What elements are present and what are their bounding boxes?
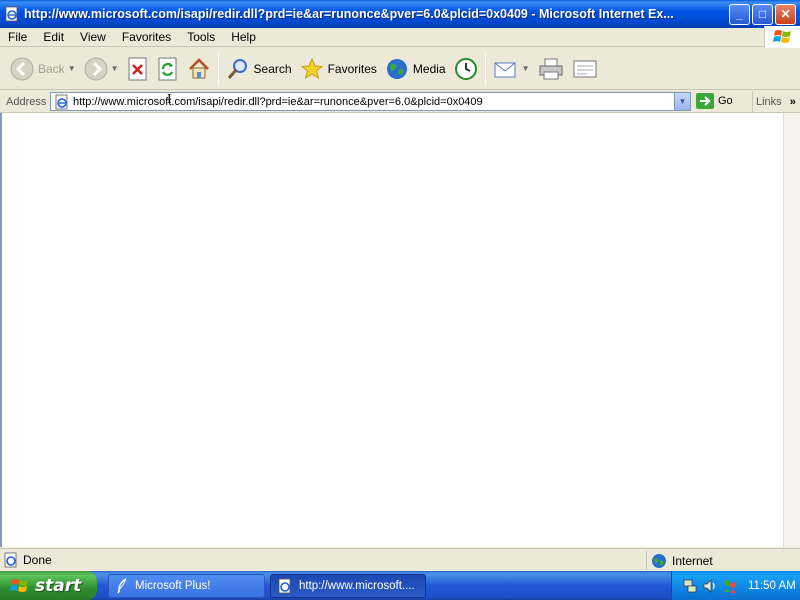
edit-page-icon <box>573 60 597 77</box>
toolbar-separator <box>484 52 486 85</box>
feather-icon <box>117 578 127 594</box>
window-title: http://www.microsoft.com/isapi/redir.dll… <box>24 7 674 21</box>
task-label: Microsoft Plus! <box>135 580 211 592</box>
search-label: Search <box>253 61 292 76</box>
stop-button[interactable] <box>123 51 153 87</box>
refresh-button[interactable] <box>153 51 183 87</box>
menu-view[interactable]: View <box>72 30 114 44</box>
menu-bar: File Edit View Favorites Tools Help <box>0 26 800 48</box>
media-label: Media <box>412 61 446 76</box>
forward-dropdown-icon[interactable]: ▼ <box>111 64 119 73</box>
zone-label: Internet <box>672 553 713 568</box>
forward-arrow-icon <box>84 57 108 80</box>
clock[interactable]: 11:50 AM <box>748 580 796 592</box>
back-button[interactable]: Back ▼ <box>6 51 80 87</box>
taskbar-item-internet-explorer[interactable]: http://www.microsoft.... <box>270 574 426 598</box>
taskbar: start Microsoft Plus! http://www.microso… <box>0 571 800 600</box>
search-button[interactable]: Search <box>222 51 296 87</box>
home-button[interactable] <box>183 51 215 87</box>
back-label: Back <box>38 61 65 76</box>
start-label: start <box>35 575 82 596</box>
menu-edit[interactable]: Edit <box>35 30 72 44</box>
security-zone[interactable]: Internet <box>646 551 800 570</box>
history-icon <box>454 57 477 80</box>
media-globe-icon <box>386 58 407 79</box>
printer-icon <box>539 58 563 79</box>
task-label: http://www.microsoft.... <box>299 580 415 592</box>
internet-globe-icon <box>652 553 666 568</box>
edit-button[interactable] <box>568 51 602 87</box>
mail-dropdown-icon[interactable]: ▼ <box>522 64 530 73</box>
go-arrow-icon <box>696 93 714 109</box>
toolbar-separator <box>217 52 219 85</box>
favorites-button[interactable]: Favorites <box>296 51 381 87</box>
ie-page-icon <box>4 552 17 568</box>
address-dropdown-button[interactable]: ▼ <box>674 93 690 110</box>
network-icon[interactable] <box>682 578 698 594</box>
address-bar: Address http://www.microsoft.com/isapi/r… <box>0 91 800 113</box>
minimize-icon: _ <box>736 7 743 21</box>
forward-button[interactable]: ▼ <box>80 51 123 87</box>
go-label: Go <box>718 95 733 107</box>
windows-logo-icon <box>764 26 800 48</box>
ie-page-icon <box>5 6 18 22</box>
favorites-label: Favorites <box>327 61 377 76</box>
go-button[interactable]: Go <box>696 93 733 109</box>
minimize-button[interactable]: _ <box>729 3 750 25</box>
chevron-down-icon: ▼ <box>678 97 687 106</box>
status-bar: Done Internet <box>0 548 800 571</box>
maximize-button[interactable]: □ <box>752 3 773 25</box>
media-button[interactable]: Media <box>381 51 450 87</box>
close-button[interactable]: ✕ <box>775 3 796 25</box>
menu-tools[interactable]: Tools <box>179 30 223 44</box>
status-text-area: Done <box>0 552 552 568</box>
title-bar[interactable]: http://www.microsoft.com/isapi/redir.dll… <box>0 0 800 28</box>
vertical-scrollbar[interactable] <box>783 113 800 547</box>
history-button[interactable] <box>450 51 482 87</box>
ie-page-icon <box>278 578 291 594</box>
links-toolbar[interactable]: Links » <box>752 91 796 113</box>
taskbar-item-microsoft-plus[interactable]: Microsoft Plus! <box>108 574 265 598</box>
search-icon <box>227 58 247 79</box>
ie-page-icon <box>55 94 68 109</box>
back-dropdown-icon[interactable]: ▼ <box>68 64 76 73</box>
stop-icon <box>128 57 147 80</box>
home-icon <box>188 57 209 78</box>
links-chevron-icon[interactable]: » <box>790 96 796 108</box>
standard-toolbar: Back ▼ ▼ Search Favorites Media ▼ <box>0 48 800 90</box>
mail-envelope-icon <box>494 62 516 77</box>
address-url[interactable]: http://www.microsoft.com/isapi/redir.dll… <box>73 96 674 108</box>
system-tray: 11:50 AM <box>671 571 800 600</box>
messenger-icon[interactable] <box>722 578 738 594</box>
volume-icon[interactable] <box>702 578 718 594</box>
back-arrow-icon <box>10 57 34 80</box>
menu-help[interactable]: Help <box>223 30 264 44</box>
refresh-icon <box>158 57 177 80</box>
address-input[interactable]: http://www.microsoft.com/isapi/redir.dll… <box>50 92 691 111</box>
menu-file[interactable]: File <box>0 30 35 44</box>
text-cursor-icon: I <box>167 92 172 107</box>
windows-flag-icon <box>10 578 28 592</box>
status-text: Done <box>23 553 52 567</box>
restore-icon: □ <box>758 7 767 21</box>
links-label: Links <box>756 96 782 108</box>
mail-button[interactable]: ▼ <box>489 51 534 87</box>
print-button[interactable] <box>534 51 568 87</box>
favorites-star-icon <box>300 57 323 79</box>
address-label: Address <box>6 95 47 108</box>
close-icon: ✕ <box>780 7 791 21</box>
menu-favorites[interactable]: Favorites <box>114 30 179 44</box>
start-button[interactable]: start <box>0 571 97 600</box>
page-content[interactable] <box>0 113 783 547</box>
